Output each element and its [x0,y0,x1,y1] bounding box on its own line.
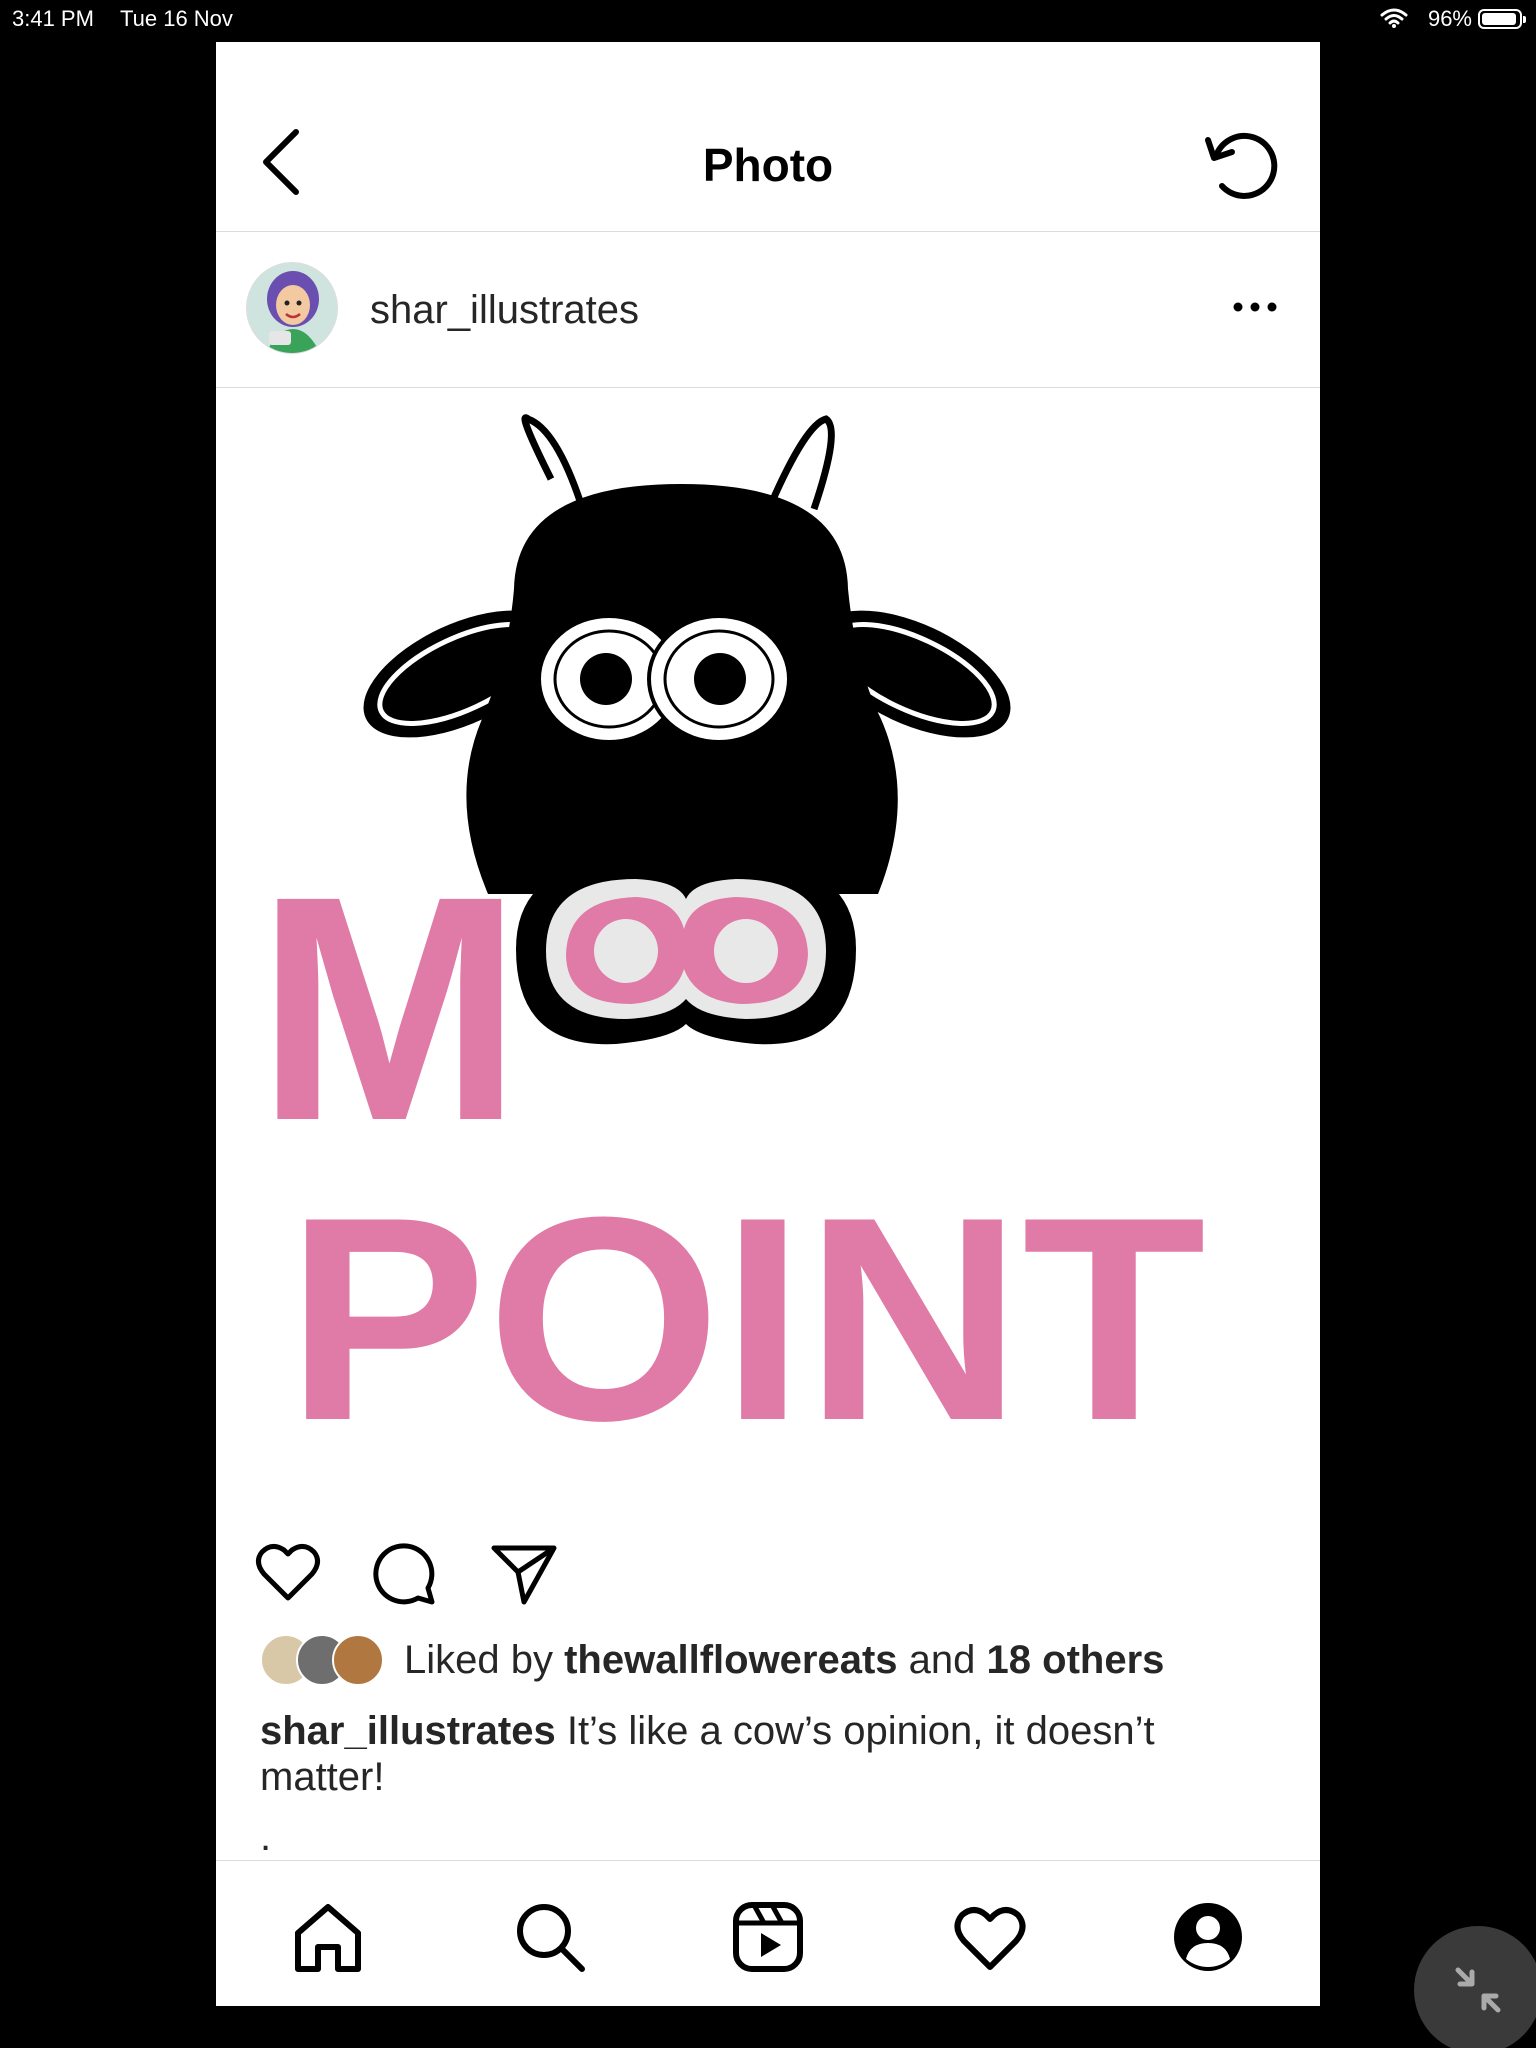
likes-text: Liked by thewallflowereats and 18 others [404,1638,1164,1683]
top-navigation: Photo [216,42,1320,232]
post-caption: shar_illustrates It’s like a cow’s opini… [260,1708,1280,1800]
activity-heart-icon[interactable] [950,1897,1030,1977]
liker-avatars [260,1630,390,1686]
more-horizontal-icon[interactable] [1230,292,1280,322]
liked-and: and [908,1638,976,1682]
comment-icon[interactable] [370,1536,442,1608]
bottom-tab-bar [216,1860,1320,2006]
wifi-icon [1380,8,1408,34]
page-title: Photo [702,139,834,191]
caption-username[interactable]: shar_illustrates [260,1709,556,1753]
status-time: 3:41 PM [12,6,94,31]
avatar[interactable] [246,262,338,354]
moo-point-illustration: M POINT [256,414,1206,1481]
profile-icon[interactable] [1168,1897,1248,1977]
likes-summary[interactable]: Liked by thewallflowereats and 18 others [260,1630,1300,1690]
status-date: Tue 16 Nov [120,6,233,31]
heart-icon[interactable] [252,1536,324,1608]
liked-others[interactable]: 18 others [987,1638,1165,1682]
status-bar: 3:41 PM Tue 16 Nov 96% [0,0,1536,36]
home-icon[interactable] [288,1897,368,1977]
post-username[interactable]: shar_illustrates [370,288,639,333]
liked-by-prefix: Liked by [404,1638,553,1682]
post-header: shar_illustrates [216,232,1320,388]
collapse-icon[interactable] [1414,1926,1536,2048]
liker-avatar [332,1634,384,1686]
reels-icon[interactable] [728,1897,808,1977]
refresh-icon[interactable] [1202,126,1280,204]
liked-by-user[interactable]: thewallflowereats [564,1638,897,1682]
illustration-text-point: POINT [286,1157,1206,1481]
post-actions [216,1526,1320,1616]
share-icon[interactable] [488,1536,560,1608]
instagram-photo-view: Photo shar_illustrates M POINT Liked by … [216,42,1320,2006]
post-image[interactable]: M POINT [216,389,1320,1512]
battery-percentage: 96% [1427,6,1472,31]
caption-extra: . [260,1815,272,1859]
illustration-text-m: M [256,829,523,1187]
search-icon[interactable] [510,1897,590,1977]
battery-icon [1478,9,1526,29]
